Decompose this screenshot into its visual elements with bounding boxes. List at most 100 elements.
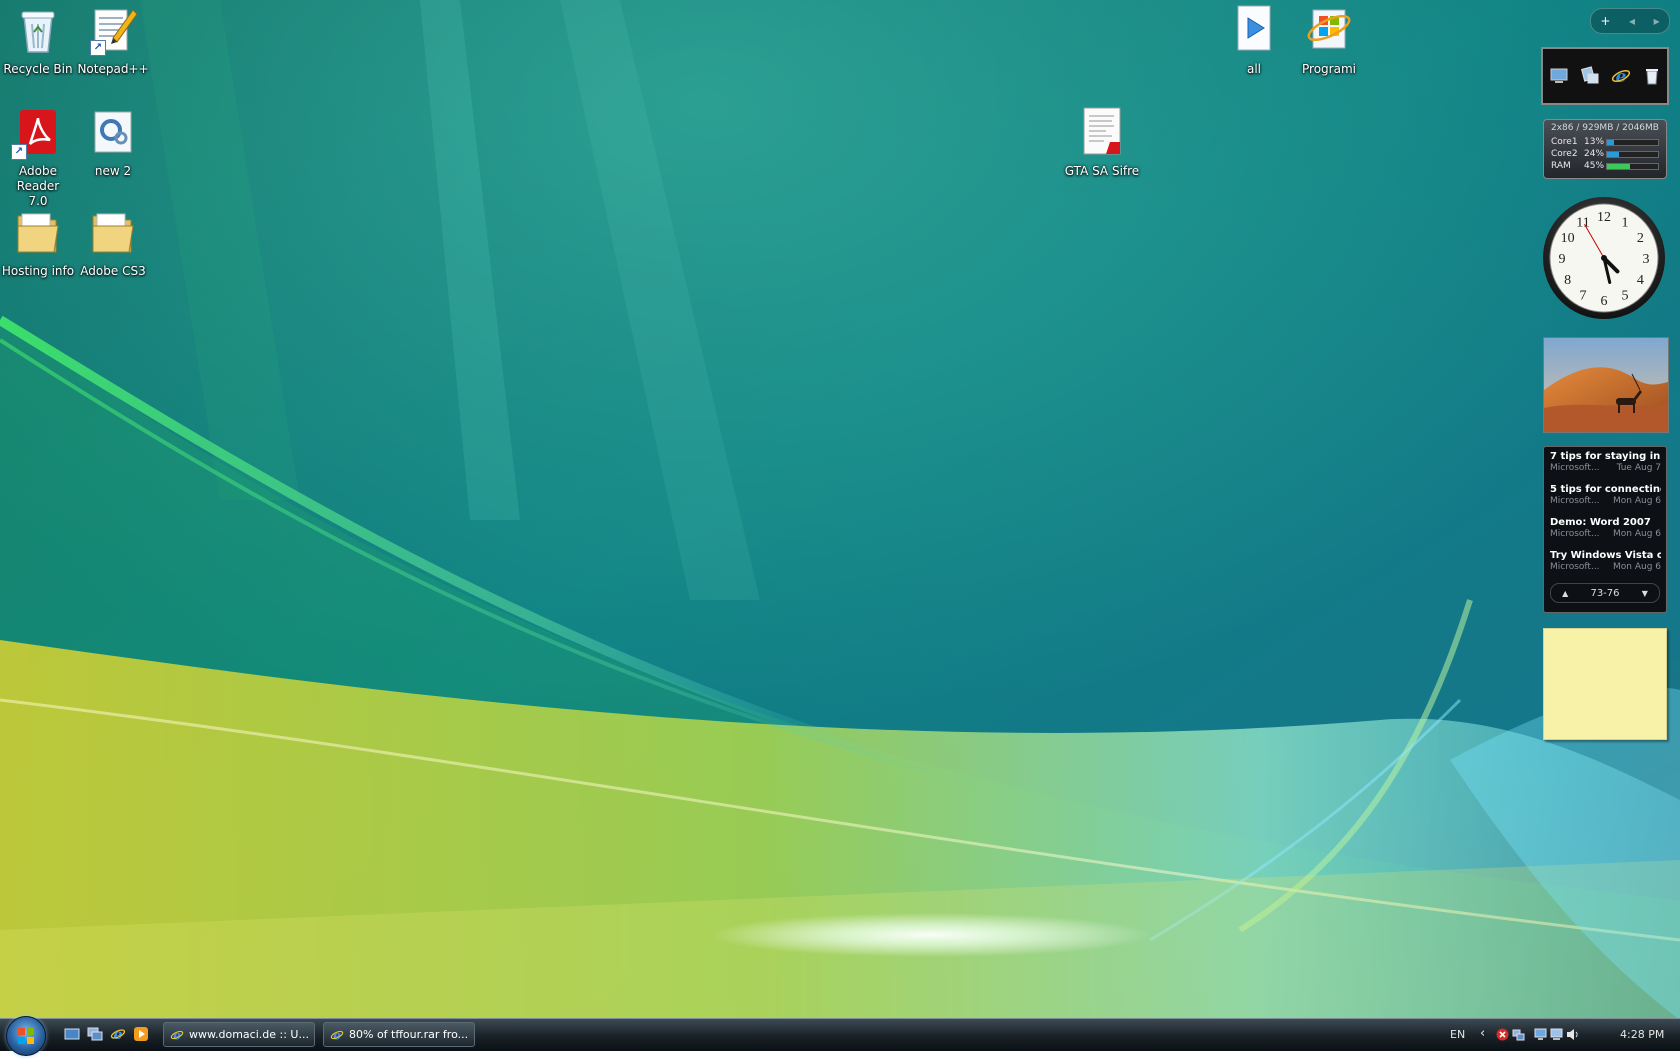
switch-windows-icon[interactable] bbox=[87, 1026, 103, 1042]
add-gadget-button[interactable]: + bbox=[1600, 14, 1610, 28]
programi-label: Programi bbox=[1302, 62, 1356, 76]
internet-explorer-icon: e bbox=[170, 1028, 184, 1042]
clock-numeral: 9 bbox=[1559, 252, 1566, 267]
cpu-row-core1: Core1 13% bbox=[1551, 136, 1659, 148]
feed-item[interactable]: 5 tips for connecting ... Microsoft... Mo… bbox=[1544, 478, 1666, 509]
config-file-icon bbox=[94, 111, 132, 153]
cpu-row-name: RAM bbox=[1551, 161, 1571, 171]
clock-numeral: 5 bbox=[1622, 288, 1629, 303]
shortcut-arrow-icon: ↗ bbox=[90, 40, 106, 56]
feed-range: 73-76 bbox=[1590, 587, 1620, 599]
internet-explorer-icon[interactable]: e bbox=[110, 1026, 126, 1042]
adobe-reader-label: Adobe Reader 7.0 bbox=[16, 164, 60, 208]
clock-numeral: 12 bbox=[1597, 210, 1611, 225]
taskbar-button-domaci[interactable]: e www.domaci.de :: U... bbox=[163, 1022, 315, 1047]
feed-item-title: Demo: Word 2007 bbox=[1550, 517, 1651, 528]
hosting-info-label: Hosting info bbox=[1, 264, 75, 278]
media-player-icon[interactable] bbox=[133, 1026, 149, 1042]
show-desktop-icon[interactable] bbox=[64, 1026, 80, 1042]
cpu-row-value: 13% bbox=[1584, 137, 1605, 147]
windows-programs-icon bbox=[1307, 9, 1351, 49]
svg-text:e: e bbox=[1615, 67, 1626, 86]
sidebar-controls: + ◂ ▸ bbox=[1590, 8, 1670, 34]
recycle-bin-icon bbox=[21, 11, 55, 53]
clock-numeral: 1 bbox=[1622, 216, 1629, 231]
desktop-wallpaper bbox=[0, 0, 1680, 1050]
internet-explorer-icon: e bbox=[330, 1028, 344, 1042]
volume-icon[interactable] bbox=[1566, 1028, 1579, 1041]
feed-item-source: Microsoft... bbox=[1550, 463, 1600, 473]
windows-logo-icon bbox=[18, 1028, 34, 1044]
feed-item[interactable]: Try Windows Vista o... Microsoft... Mon A… bbox=[1544, 540, 1666, 572]
feed-item-title: 5 tips for connecting ... bbox=[1550, 484, 1661, 495]
adobe-cs3-label: Adobe CS3 bbox=[80, 264, 146, 278]
cpu-row-bar-fill bbox=[1607, 151, 1620, 157]
language-indicator[interactable]: EN bbox=[1450, 1028, 1465, 1041]
shortcut-arrow-icon: ↗ bbox=[11, 144, 27, 160]
connection-icon[interactable] bbox=[1534, 1028, 1547, 1041]
taskbar-button-download[interactable]: e 80% of tffour.rar fro... bbox=[323, 1022, 475, 1047]
cpu-row-core2: Core2 24% bbox=[1551, 148, 1659, 160]
security-alert-icon[interactable] bbox=[1496, 1028, 1509, 1041]
recycle-bin-icon[interactable] bbox=[1642, 66, 1662, 86]
feed-up-button[interactable]: ▲ bbox=[1562, 589, 1568, 598]
cpu-row-name: Core1 bbox=[1551, 137, 1578, 147]
recycle-bin-label: Recycle Bin bbox=[3, 62, 73, 76]
desktop-icon-programi[interactable]: Programi bbox=[1286, 2, 1372, 77]
desktop-icon-adobe-cs3[interactable]: Adobe CS3 bbox=[70, 204, 156, 279]
feed-item-source: Microsoft... bbox=[1550, 496, 1600, 506]
desktop-icon-new-2[interactable]: new 2 bbox=[70, 104, 156, 179]
system-tray: EN ‹ 4:28 PM bbox=[1444, 1019, 1680, 1051]
feed-item-date: Mon Aug 6 bbox=[1613, 562, 1661, 572]
feed-item-title: Try Windows Vista o... bbox=[1550, 550, 1661, 561]
internet-explorer-icon[interactable]: e bbox=[1611, 66, 1631, 86]
svg-text:e: e bbox=[333, 1028, 341, 1042]
feed-navigation: ▲ 73-76 ▼ bbox=[1550, 583, 1660, 603]
cpu-row-bar bbox=[1606, 162, 1659, 170]
feed-headlines-gadget: 7 tips for staying in t... Microsoft...T… bbox=[1543, 446, 1667, 613]
cpu-row-bar-fill bbox=[1607, 163, 1630, 169]
desktop-icon-notepad-plus-plus[interactable]: ↗ Notepad++ bbox=[70, 2, 156, 77]
desktop-icon-adobe-reader[interactable]: ↗ Adobe Reader 7.0 bbox=[0, 104, 81, 209]
new-2-label: new 2 bbox=[94, 164, 132, 178]
computer-icon[interactable] bbox=[1549, 66, 1569, 86]
cpu-row-ram: RAM 45% bbox=[1551, 160, 1659, 172]
cpu-row-bar bbox=[1606, 138, 1659, 146]
notepad-plus-plus-label: Notepad++ bbox=[77, 62, 149, 76]
feed-item[interactable]: Demo: Word 2007 Microsoft... Mon Aug 6 bbox=[1544, 509, 1666, 540]
clock-numeral: 11 bbox=[1576, 216, 1589, 231]
clock-center bbox=[1601, 255, 1607, 261]
feed-item-date: Tue Aug 7 bbox=[1616, 463, 1661, 473]
start-button[interactable] bbox=[6, 1016, 46, 1056]
cpu-meter-gadget: 2x86 / 929MB / 2046MB Core1 13% Core2 24… bbox=[1543, 119, 1667, 179]
display-icon[interactable] bbox=[1550, 1028, 1563, 1041]
clock-time[interactable]: 4:28 PM bbox=[1620, 1028, 1664, 1041]
desktop-icon-gta-sa-sifre[interactable]: GTA SA Sifre bbox=[1059, 104, 1145, 179]
clock-numeral: 7 bbox=[1580, 288, 1587, 303]
cpu-meter-header: 2x86 / 929MB / 2046MB bbox=[1551, 123, 1659, 133]
clock-numeral: 6 bbox=[1601, 294, 1608, 309]
desktop-icon-recycle-bin[interactable]: Recycle Bin bbox=[0, 2, 81, 77]
taskbar: e e www.domaci.de :: U... e 80% of tffou… bbox=[0, 1016, 1680, 1056]
desktop-icon-all[interactable]: all bbox=[1211, 2, 1297, 77]
feed-item[interactable]: 7 tips for staying in t... Microsoft... T… bbox=[1544, 447, 1666, 478]
media-file-icon bbox=[1237, 5, 1271, 51]
clock-numeral: 4 bbox=[1637, 273, 1644, 288]
sidebar-prev-button[interactable]: ◂ bbox=[1629, 14, 1635, 28]
sidebar-next-button[interactable]: ▸ bbox=[1654, 14, 1660, 28]
folder-icon bbox=[92, 213, 134, 253]
notes-gadget[interactable] bbox=[1543, 628, 1667, 740]
show-hidden-icons-button[interactable]: ‹ bbox=[1480, 1026, 1485, 1041]
network-icon[interactable] bbox=[1580, 66, 1600, 86]
cpu-row-value: 45% bbox=[1584, 161, 1605, 171]
cpu-row-bar-fill bbox=[1607, 139, 1614, 145]
network-status-icon[interactable] bbox=[1512, 1028, 1525, 1041]
clock-numeral: 3 bbox=[1643, 252, 1650, 267]
cpu-row-bar bbox=[1606, 150, 1659, 158]
cpu-row-name: Core2 bbox=[1551, 149, 1578, 159]
taskbar-button-label: www.domaci.de :: U... bbox=[189, 1028, 309, 1041]
desktop-icon-hosting-info[interactable]: Hosting info bbox=[0, 204, 81, 279]
slideshow-gadget[interactable] bbox=[1543, 337, 1669, 433]
feed-down-button[interactable]: ▼ bbox=[1642, 589, 1648, 598]
clock-numeral: 2 bbox=[1637, 231, 1644, 246]
